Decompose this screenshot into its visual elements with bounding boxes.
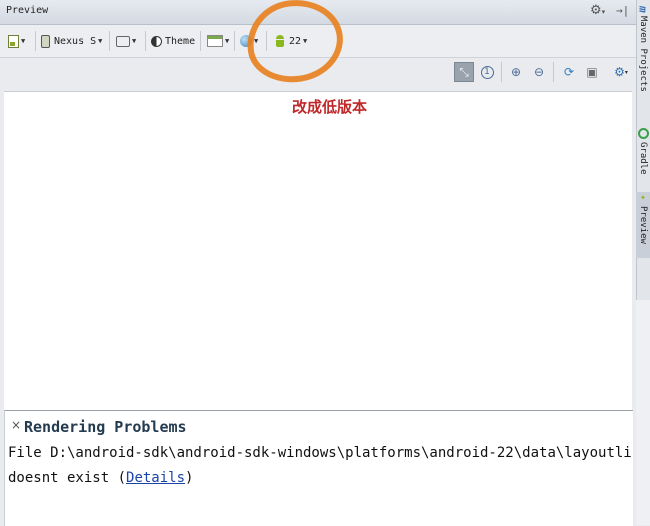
refresh-button[interactable]: ⟳ xyxy=(559,62,579,82)
toolbar-separator xyxy=(35,31,36,51)
zoom-fit-button[interactable]: 1 xyxy=(477,62,497,82)
toolbar-separator xyxy=(109,31,110,51)
screenshot-button[interactable]: ▣ xyxy=(582,62,602,82)
maven-icon: m xyxy=(636,6,650,13)
close-icon[interactable]: × xyxy=(11,418,21,432)
zoom-in-icon: ⊕ xyxy=(510,65,522,79)
annotation-text: 改成低版本 xyxy=(292,98,368,116)
toolbar-separator xyxy=(145,31,146,51)
chevron-down-icon: ▼ xyxy=(225,37,230,45)
gear-icon: ⚙ xyxy=(614,65,625,79)
tab-maven-projects-label: Maven Projects xyxy=(638,15,648,92)
activity-dropdown[interactable]: ▼ xyxy=(207,33,229,49)
chevron-down-icon: ▼ xyxy=(21,37,26,45)
tab-maven-projects[interactable]: m Maven Projects xyxy=(636,6,650,110)
tab-preview[interactable]: ✦ Preview xyxy=(636,192,650,258)
zoom-out-button[interactable]: ⊖ xyxy=(529,62,549,82)
activity-icon xyxy=(207,35,223,47)
theme-label: Theme xyxy=(165,35,196,47)
problems-message-line2: doesnt exist (Details) xyxy=(8,470,193,486)
layout-file-icon xyxy=(8,34,19,48)
settings-button[interactable]: ⚙ ▾ xyxy=(611,62,631,82)
phone-icon xyxy=(41,34,50,48)
gradle-icon xyxy=(637,128,649,139)
toolbar-separator xyxy=(553,62,554,82)
theme-button[interactable]: Theme xyxy=(151,33,195,49)
device-label: Nexus S xyxy=(54,35,97,47)
layout-file-dropdown[interactable]: ▼ xyxy=(8,33,25,49)
preview-canvas xyxy=(4,91,632,410)
rotate-icon xyxy=(116,35,130,47)
tab-gradle-label: Gradle xyxy=(638,142,648,175)
camera-icon: ▣ xyxy=(586,65,598,79)
pin-icon[interactable]: →| xyxy=(616,4,629,17)
toolbar-separator xyxy=(234,31,235,51)
strip-empty-area xyxy=(636,300,650,525)
refresh-icon: ⟳ xyxy=(563,65,575,79)
zoom-in-button[interactable]: ⊕ xyxy=(506,62,526,82)
zoom-fit-icon: 1 xyxy=(480,65,494,79)
tab-preview-label: Preview xyxy=(638,206,648,244)
gear-icon[interactable]: ⚙▾ xyxy=(590,3,605,18)
window-title: Preview xyxy=(6,5,49,16)
toolbar-separator xyxy=(501,62,502,82)
zoom-actual-button[interactable]: ⤡ xyxy=(454,62,474,82)
device-dropdown[interactable]: Nexus S ▼ xyxy=(41,33,102,49)
problems-title: Rendering Problems xyxy=(24,418,187,436)
toolbar-separator xyxy=(200,31,201,51)
problems-message-prefix: doesnt exist ( xyxy=(8,470,127,486)
chevron-down-icon: ▼ xyxy=(132,37,137,45)
chevron-down-icon: ▼ xyxy=(98,37,103,45)
zoom-actual-icon: ⤡ xyxy=(459,64,469,79)
tab-gradle[interactable]: Gradle xyxy=(636,128,650,184)
android-icon: ✦ xyxy=(637,192,649,203)
problems-message-line1: File D:\android-sdk\android-sdk-windows\… xyxy=(8,445,632,461)
details-link[interactable]: Details xyxy=(126,470,185,486)
problems-message-suffix: ) xyxy=(185,470,194,486)
orientation-dropdown[interactable]: ▼ xyxy=(116,33,136,49)
zoom-out-icon: ⊖ xyxy=(533,65,545,79)
theme-icon xyxy=(151,35,162,47)
